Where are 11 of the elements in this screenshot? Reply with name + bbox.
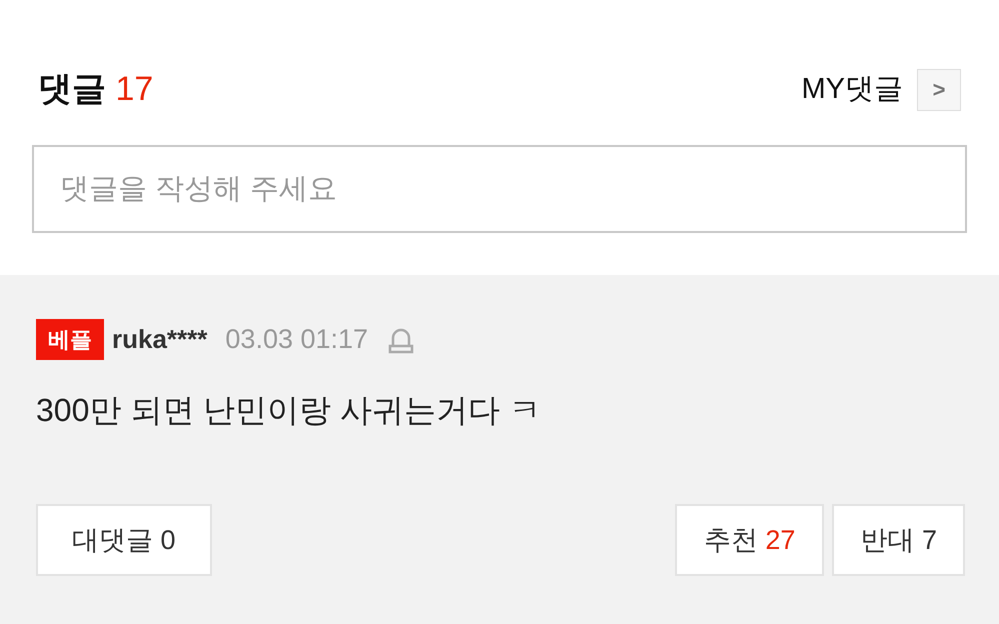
my-comments-link[interactable]: MY댓글: [802, 68, 903, 112]
my-comments-arrow-button[interactable]: >: [917, 68, 961, 110]
comments-title: 댓글 17: [38, 69, 154, 110]
reply-button[interactable]: 대댓글 0: [36, 504, 212, 576]
comment-author: ruka****: [112, 323, 208, 356]
dislike-button[interactable]: 반대 7: [832, 504, 965, 576]
best-comment-badge: 베플: [36, 319, 104, 360]
comment-input-field[interactable]: 댓글을 작성해 주세요: [32, 145, 967, 233]
like-button[interactable]: 추천 27: [674, 504, 824, 576]
comment-time: 03.03 01:17: [225, 323, 368, 356]
comment-text: 300만 되면 난민이랑 사귀는거다 ㅋ: [36, 391, 542, 430]
